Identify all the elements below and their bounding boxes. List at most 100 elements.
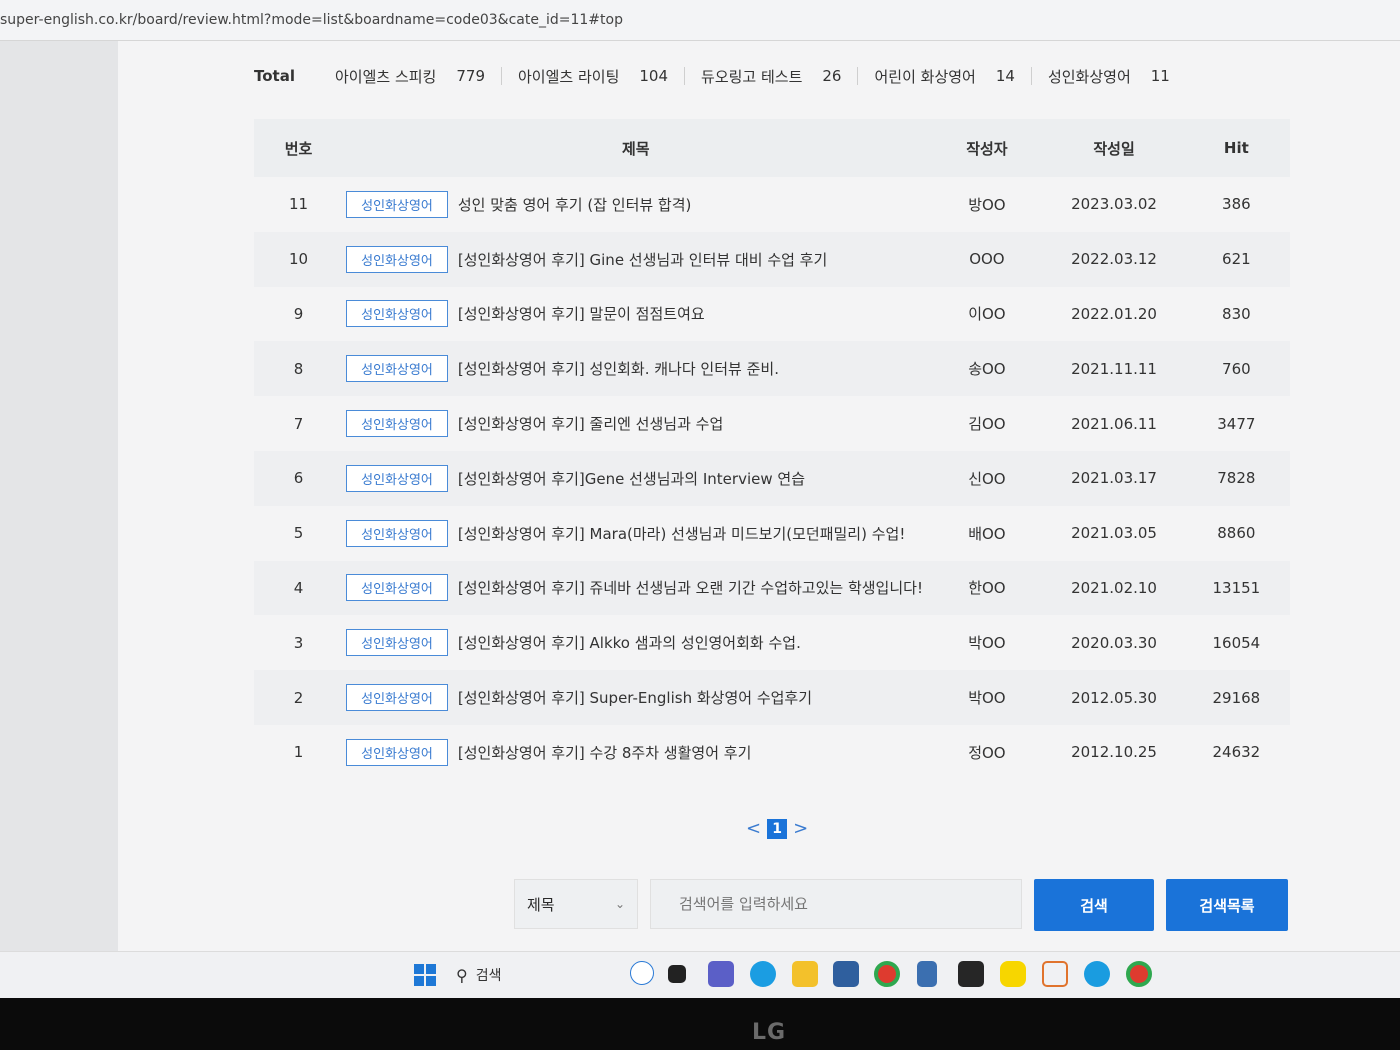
post-title-link[interactable]: [성인화상영어 후기] Super-English 화상영어 수업후기 (458, 689, 812, 707)
header-title: 제목 (621, 139, 650, 158)
search-input[interactable] (650, 879, 1022, 929)
category-badge[interactable]: 성인화상영어 (346, 190, 448, 218)
row-date: 2020.03.30 (1071, 633, 1157, 652)
table-row[interactable]: 6 성인화상영어 [성인화상영어 후기]Gene 선생님과의 Interview 연… (254, 450, 1290, 506)
search-button[interactable]: 검색 (1034, 879, 1154, 931)
mail-icon[interactable] (833, 961, 859, 987)
sticky-notes-icon[interactable] (958, 961, 984, 987)
category-badge[interactable]: 성인화상영어 (346, 684, 448, 712)
skype-icon[interactable] (1084, 961, 1110, 987)
category-badge[interactable]: 성인화상영어 (346, 519, 448, 547)
board-content: Total 아이엘츠 스피킹 779 아이엘츠 라이팅 104 듀오링고 테스트… (118, 41, 1400, 951)
post-title-link[interactable]: [성인화상영어 후기] 말문이 점점트여요 (458, 305, 705, 323)
kakaotalk-icon[interactable] (1000, 961, 1026, 987)
table-body: 11 성인화상영어 성인 맞춤 영어 후기 (잡 인터뷰 합격) 방OO 2023.03… (254, 177, 1290, 780)
task-view-icon[interactable] (668, 965, 686, 983)
next-page-arrow-icon[interactable]: > (793, 818, 808, 839)
post-title-link[interactable]: [성인화상영어 후기] 줄리엔 선생님과 수업 (458, 415, 723, 433)
search-field-value: 제목 (527, 895, 555, 914)
row-number: 4 (293, 578, 304, 597)
post-title-link[interactable]: [성인화상영어 후기] 수강 8주차 생활영어 후기 (458, 744, 752, 762)
row-title-cell: 성인화상영어 [성인화상영어 후기] Gine 선생님과 인터뷰 대비 수업 후기 (343, 232, 928, 287)
windows-start-icon[interactable] (414, 964, 436, 986)
search-field-select[interactable]: 제목 ⌄ (514, 879, 638, 929)
address-bar[interactable]: super-english.co.kr/board/review.html?mo… (0, 0, 1400, 41)
category-badge[interactable]: 성인화상영어 (346, 300, 448, 328)
windows-taskbar: ⚲ 검색 (0, 951, 1400, 998)
post-title-link[interactable]: [성인화상영어 후기] Gine 선생님과 인터뷰 대비 수업 후기 (458, 251, 827, 269)
file-explorer-icon[interactable] (792, 961, 818, 987)
category-badge[interactable]: 성인화상영어 (346, 410, 448, 438)
category-count: 104 (639, 67, 669, 85)
row-number: 5 (293, 524, 304, 543)
category-badge[interactable]: 성인화상영어 (346, 574, 448, 602)
notepad-icon[interactable] (917, 961, 937, 987)
url-text[interactable]: super-english.co.kr/board/review.html?mo… (0, 12, 623, 28)
search-list-button[interactable]: 검색목록 (1166, 879, 1288, 931)
category-badge[interactable]: 성인화상영어 (346, 245, 448, 273)
table-header-row: 번호 제목 작성자 작성일 Hit (254, 119, 1290, 177)
search-icon: ⚲ (456, 965, 468, 985)
table-row[interactable]: 2 성인화상영어 [성인화상영어 후기] Super-English 화상영어 수업… (254, 670, 1290, 725)
table-row[interactable]: 5 성인화상영어 [성인화상영어 후기] Mara(마라) 선생님과 미드보기(모던… (254, 506, 1290, 561)
post-title-link[interactable]: [성인화상영어 후기] Alkko 샘과의 성인영어회화 수업. (458, 634, 801, 652)
snipping-tool-icon[interactable] (1042, 961, 1068, 987)
row-author: 송OO (968, 360, 1006, 379)
row-title-cell: 성인화상영어 [성인화상영어 후기] 수강 8주차 생활영어 후기 (343, 725, 928, 780)
row-author: 이OO (968, 305, 1006, 324)
category-badge[interactable]: 성인화상영어 (346, 738, 448, 766)
row-title-cell: 성인화상영어 [성인화상영어 후기] Mara(마라) 선생님과 미드보기(모던패… (343, 506, 928, 561)
prev-page-arrow-icon[interactable]: < (746, 818, 761, 839)
row-hit-count: 16054 (1212, 633, 1261, 652)
taskbar-search[interactable]: ⚲ 검색 (456, 958, 656, 992)
header-author: 작성자 (966, 139, 1008, 158)
table-row[interactable]: 3 성인화상영어 [성인화상영어 후기] Alkko 샘과의 성인영어회화 수업. 박… (254, 615, 1290, 670)
category-count: 26 (822, 67, 842, 85)
category-label: 듀오링고 테스트 (701, 67, 803, 86)
header-number: 번호 (284, 139, 313, 158)
row-author: 배OO (968, 524, 1006, 543)
table-row[interactable]: 10 성인화상영어 [성인화상영어 후기] Gine 선생님과 인터뷰 대비 수업 … (254, 231, 1290, 287)
edge-icon[interactable] (750, 961, 776, 987)
post-title-link[interactable]: [성인화상영어 후기] Mara(마라) 선생님과 미드보기(모던패밀리) 수업… (458, 525, 905, 543)
row-hit-count: 830 (1222, 304, 1251, 323)
row-number: 6 (293, 469, 304, 488)
row-hit-count: 7828 (1217, 469, 1256, 488)
category-duolingo-test[interactable]: 듀오링고 테스트 26 (684, 67, 857, 86)
category-adult-video-english[interactable]: 성인화상영어 11 (1030, 67, 1186, 86)
category-ielts-speaking[interactable]: 아이엘츠 스피킹 779 (319, 67, 501, 86)
post-title-link[interactable]: [성인화상영어 후기]Gene 선생님과의 Interview 연습 (458, 470, 805, 488)
table-row[interactable]: 1 성인화상영어 [성인화상영어 후기] 수강 8주차 생활영어 후기 정OO 2012… (254, 725, 1290, 780)
category-badge[interactable]: 성인화상영어 (346, 355, 448, 383)
category-badge[interactable]: 성인화상영어 (346, 629, 448, 657)
post-title-link[interactable]: [성인화상영어 후기] 성인회화. 캐나다 인터뷰 준비. (458, 360, 779, 378)
category-label: 아이엘츠 스피킹 (334, 67, 437, 86)
chrome-profile-icon[interactable] (1126, 961, 1152, 987)
post-title-link[interactable]: 성인 맞춤 영어 후기 (잡 인터뷰 합격) (458, 196, 692, 214)
row-author: 한OO (968, 579, 1006, 598)
table-row[interactable]: 8 성인화상영어 [성인화상영어 후기] 성인회화. 캐나다 인터뷰 준비. 송OO 2… (254, 341, 1290, 397)
chrome-icon[interactable] (874, 961, 900, 987)
category-kids-video-english[interactable]: 어린이 화상영어 14 (857, 67, 1030, 86)
bing-icon[interactable] (630, 961, 654, 985)
row-title-cell: 성인화상영어 [성인화상영어 후기] Super-English 화상영어 수업후… (343, 670, 928, 725)
post-title-link[interactable]: [성인화상영어 후기] 쥬네바 선생님과 오랜 기간 수업하고있는 학생입니다! (458, 579, 923, 597)
row-title-cell: 성인화상영어 [성인화상영어 후기] 쥬네바 선생님과 오랜 기간 수업하고있는 … (343, 561, 928, 616)
table-row[interactable]: 9 성인화상영어 [성인화상영어 후기] 말문이 점점트여요 이OO 2022.01.2… (254, 287, 1290, 342)
row-date: 2021.03.05 (1071, 524, 1157, 543)
row-hit-count: 24632 (1212, 743, 1261, 762)
category-badge[interactable]: 성인화상영어 (346, 464, 448, 492)
table-row[interactable]: 11 성인화상영어 성인 맞춤 영어 후기 (잡 인터뷰 합격) 방OO 2023.03… (254, 177, 1290, 232)
left-margin (0, 41, 118, 951)
category-ielts-writing[interactable]: 아이엘츠 라이팅 104 (501, 67, 684, 86)
row-hit-count: 13151 (1212, 578, 1261, 597)
teams-chat-icon[interactable] (708, 961, 734, 987)
row-title-cell: 성인화상영어 [성인화상영어 후기] 성인회화. 캐나다 인터뷰 준비. (343, 341, 928, 396)
row-date: 2023.03.02 (1071, 195, 1157, 214)
page-number-current[interactable]: 1 (767, 818, 788, 839)
category-label: 어린이 화상영어 (874, 67, 976, 86)
table-row[interactable]: 4 성인화상영어 [성인화상영어 후기] 쥬네바 선생님과 오랜 기간 수업하고있는… (254, 560, 1290, 616)
row-number: 11 (289, 195, 309, 214)
table-row[interactable]: 7 성인화상영어 [성인화상영어 후기] 줄리엔 선생님과 수업 김OO 2021.06… (254, 396, 1290, 451)
row-date: 2021.03.17 (1071, 469, 1157, 488)
